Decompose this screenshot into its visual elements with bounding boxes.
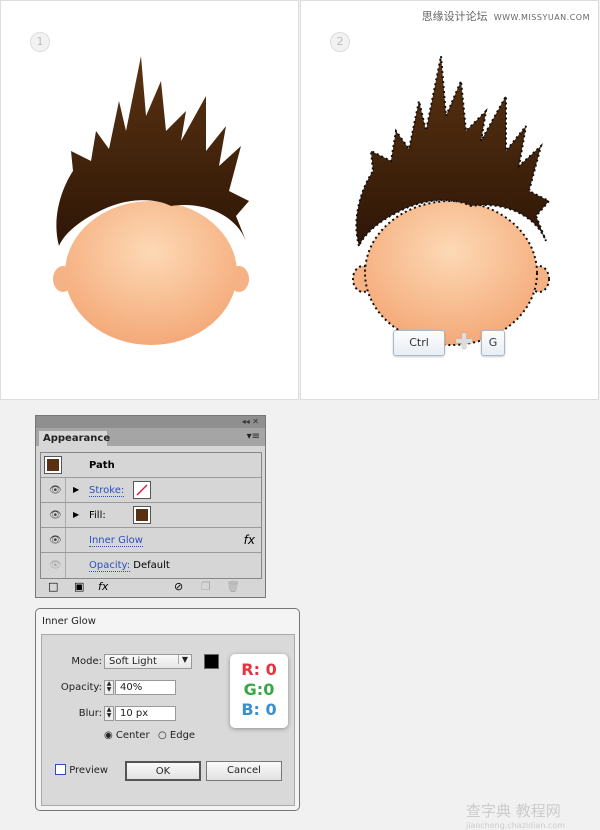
add-fill-icon[interactable]: ▣ <box>74 580 84 593</box>
ctrl-key: Ctrl <box>393 330 445 356</box>
fill-row[interactable]: 👁 ▶ Fill: <box>41 503 261 528</box>
opacity-stepper[interactable]: ▲ ▼ <box>104 680 114 695</box>
stroke-swatch-none[interactable] <box>133 481 151 499</box>
step-1-canvas: 1 <box>0 0 299 400</box>
fill-label: Fill: <box>89 510 106 521</box>
glow-color-swatch[interactable] <box>204 654 219 669</box>
opacity-label: Opacity: <box>60 682 102 693</box>
inner-glow-row[interactable]: 👁 Inner Glow fx <box>41 528 261 553</box>
bottom-watermark: 查字典 教程网 jiaocheng.chazidian.com <box>466 802 566 830</box>
blur-label: Blur: <box>78 708 102 719</box>
eye-icon[interactable]: 👁 <box>49 510 62 521</box>
trash-icon[interactable]: 🗑 <box>226 580 240 593</box>
stroke-row[interactable]: 👁 ▶ Stroke: <box>41 478 261 503</box>
g-key: G <box>481 330 505 356</box>
opacity-link[interactable]: Opacity: <box>89 560 131 572</box>
inner-glow-link[interactable]: Inner Glow <box>89 535 143 547</box>
tab-appearance[interactable]: Appearance <box>39 431 110 446</box>
duplicate-icon[interactable]: ❐ <box>201 580 211 593</box>
step-number: 2 <box>330 32 350 52</box>
plus-icon: ✚ <box>455 330 474 355</box>
step-number: 1 <box>30 32 50 52</box>
path-thumbnail <box>44 456 62 474</box>
eye-icon[interactable]: 👁 <box>49 560 62 571</box>
stroke-link[interactable]: Stroke: <box>89 485 125 497</box>
watermark: 思缘设计论坛 WWW.MISSYUAN.COM <box>421 10 590 23</box>
center-radio[interactable]: ◉ Center <box>104 730 150 741</box>
expand-icon[interactable]: ▶ <box>73 510 79 519</box>
head-illustration-selected <box>352 55 550 346</box>
fill-swatch[interactable] <box>133 506 151 524</box>
mode-select[interactable]: Soft Light ▼ <box>104 654 192 669</box>
opacity-value: Default <box>133 560 170 571</box>
eye-icon[interactable]: 👁 <box>49 535 62 546</box>
opacity-row[interactable]: 👁 Opacity: Default <box>41 553 261 578</box>
path-label: Path <box>89 460 115 471</box>
blur-stepper[interactable]: ▲ ▼ <box>104 706 114 721</box>
inner-glow-dialog: Inner Glow Mode: Soft Light ▼ Opacity: ▲ ▼… <box>35 608 300 811</box>
ok-button[interactable]: OK <box>125 761 201 781</box>
edge-radio[interactable]: ○ Edge <box>158 730 195 741</box>
green-value: G:0 <box>243 680 275 699</box>
mode-label: Mode: <box>71 656 102 667</box>
head-illustration <box>53 56 249 345</box>
expand-icon[interactable]: ▶ <box>73 485 79 494</box>
red-value: R: 0 <box>241 660 277 679</box>
dialog-title: Inner Glow <box>42 616 96 627</box>
opacity-input[interactable]: 40% <box>115 680 176 695</box>
add-effect-icon[interactable]: fx <box>98 580 108 593</box>
fx-icon[interactable]: fx <box>244 533 255 547</box>
blur-input[interactable]: 10 px <box>115 706 176 721</box>
add-stroke-icon[interactable]: □ <box>48 580 58 593</box>
collapse-icon[interactable]: ◂◂ <box>242 417 250 426</box>
rgb-callout: R: 0 G:0 B: 0 <box>230 654 288 728</box>
step-2-canvas: 2 思缘设计论坛 WWW.MISSYUAN.COM <box>300 0 599 400</box>
close-icon[interactable]: ✕ <box>252 417 259 426</box>
cancel-button[interactable]: Cancel <box>206 761 282 781</box>
appearance-panel: ◂◂ ✕ Appearance ▾≡ Path 👁 ▶ Stroke: 👁 ▶ Fill:… <box>35 415 266 598</box>
chevron-down-icon: ▼ <box>177 655 188 664</box>
panel-menu-icon[interactable]: ▾≡ <box>247 431 260 442</box>
clear-icon[interactable]: ⊘ <box>174 580 183 593</box>
eye-icon[interactable]: 👁 <box>49 485 62 496</box>
preview-checkbox[interactable]: Preview <box>55 764 108 776</box>
blue-value: B: 0 <box>241 700 277 719</box>
